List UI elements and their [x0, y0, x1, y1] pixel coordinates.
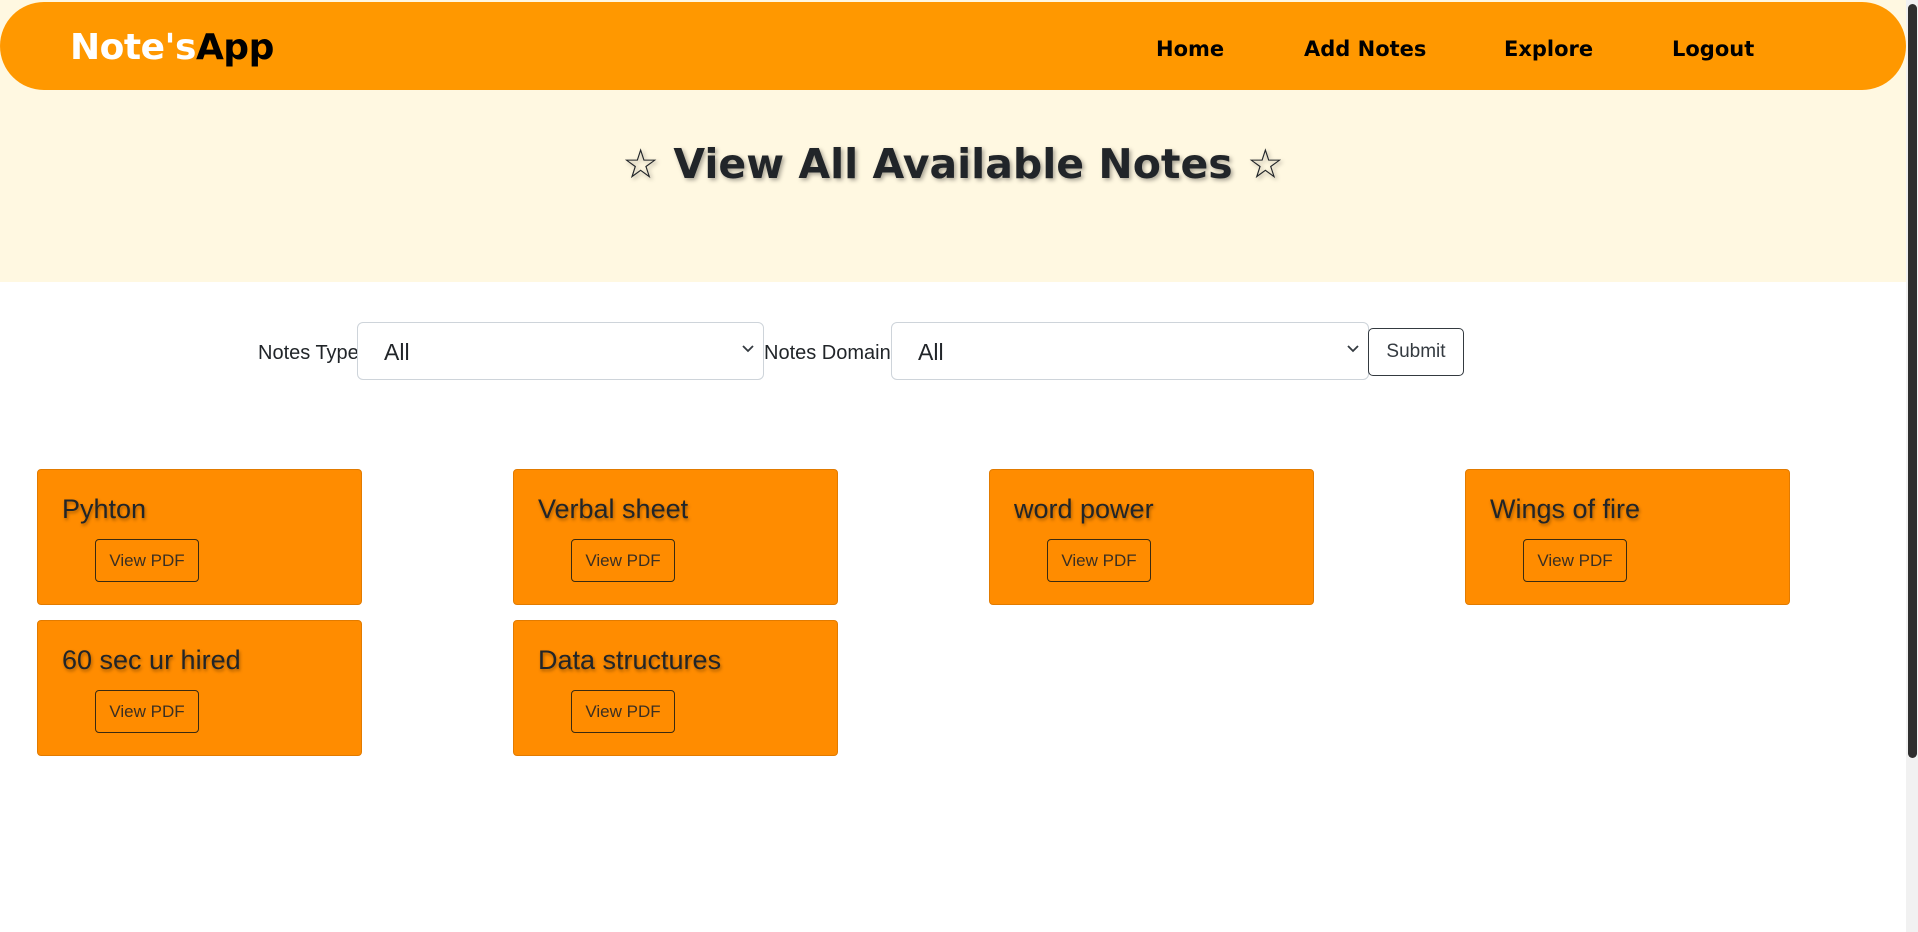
brand-part-notes: Note's [70, 27, 196, 68]
note-title: Pyhton [62, 494, 147, 524]
nav-link-explore[interactable]: Explore [1504, 34, 1593, 64]
view-pdf-button[interactable]: View PDF [95, 539, 199, 582]
navbar: Note'sApp Home Add Notes Explore Logout [0, 2, 1906, 90]
note-title: Verbal sheet [538, 494, 689, 524]
nav-link-logout[interactable]: Logout [1672, 34, 1754, 64]
notes-domain-select[interactable]: All [891, 322, 1369, 380]
note-card: Verbal sheet View PDF [513, 469, 838, 605]
note-title: Wings of fire [1490, 494, 1641, 524]
note-card: Data structures View PDF [513, 620, 838, 756]
note-card: Pyhton View PDF [37, 469, 362, 605]
note-title: word power [1014, 494, 1154, 524]
notes-type-select[interactable]: All [357, 322, 764, 380]
view-pdf-button[interactable]: View PDF [571, 690, 675, 733]
brand-logo[interactable]: Note'sApp [70, 26, 274, 70]
note-card: 60 sec ur hired View PDF [37, 620, 362, 756]
chevron-down-icon [1347, 345, 1359, 353]
chevron-down-icon [742, 345, 754, 353]
notes-domain-selected-value: All [918, 339, 944, 365]
submit-button[interactable]: Submit [1368, 328, 1464, 376]
notes-domain-label: Notes Domain [764, 342, 891, 364]
nav-link-add-notes[interactable]: Add Notes [1304, 34, 1426, 64]
notes-type-label: Notes Type [258, 342, 359, 364]
note-title: Data structures [538, 645, 722, 675]
scrollbar-thumb[interactable] [1908, 4, 1917, 758]
vertical-scrollbar[interactable] [1906, 0, 1918, 932]
page-title: ☆ View All Available Notes ☆ [622, 140, 1284, 188]
view-pdf-button[interactable]: View PDF [1523, 539, 1627, 582]
view-pdf-button[interactable]: View PDF [571, 539, 675, 582]
notes-type-selected-value: All [384, 339, 410, 365]
note-card: Wings of fire View PDF [1465, 469, 1790, 605]
nav-link-home[interactable]: Home [1156, 34, 1224, 64]
brand-part-app: App [195, 27, 274, 68]
view-pdf-button[interactable]: View PDF [1047, 539, 1151, 582]
note-card: word power View PDF [989, 469, 1314, 605]
note-title: 60 sec ur hired [62, 645, 241, 675]
view-pdf-button[interactable]: View PDF [95, 690, 199, 733]
